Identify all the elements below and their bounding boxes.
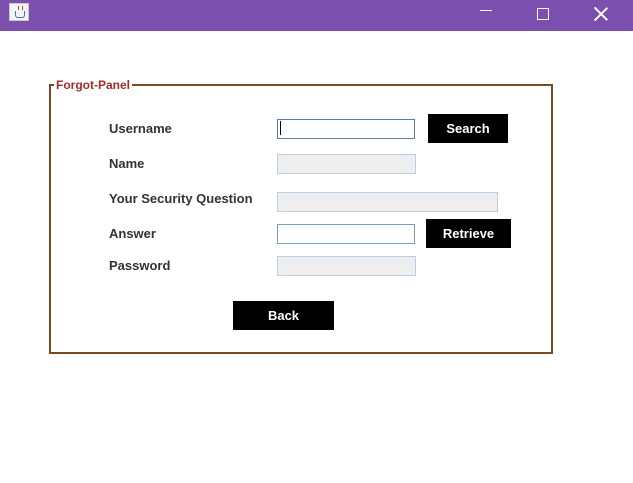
- security-question-field: [277, 192, 498, 212]
- name-field: [277, 154, 416, 174]
- answer-label: Answer: [109, 226, 156, 241]
- answer-input[interactable]: [277, 224, 415, 244]
- panel-title: Forgot-Panel: [54, 78, 132, 92]
- minimize-icon: [480, 10, 492, 11]
- retrieve-button[interactable]: Retrieve: [426, 219, 511, 248]
- maximize-button[interactable]: [520, 0, 566, 31]
- title-bar[interactable]: [0, 0, 633, 31]
- name-label: Name: [109, 156, 145, 171]
- password-field: [277, 256, 416, 276]
- search-button[interactable]: Search: [428, 114, 508, 143]
- java-cup-icon[interactable]: [9, 3, 29, 21]
- username-input[interactable]: [277, 119, 415, 139]
- close-icon: [594, 7, 608, 21]
- text-caret: [280, 121, 281, 135]
- maximize-icon: [537, 7, 549, 20]
- username-label: Username: [109, 121, 172, 136]
- password-label: Password: [109, 258, 171, 273]
- security-question-label: Your Security Question: [109, 191, 253, 206]
- minimize-button[interactable]: [463, 0, 509, 31]
- back-button[interactable]: Back: [233, 301, 334, 330]
- close-button[interactable]: [578, 0, 624, 31]
